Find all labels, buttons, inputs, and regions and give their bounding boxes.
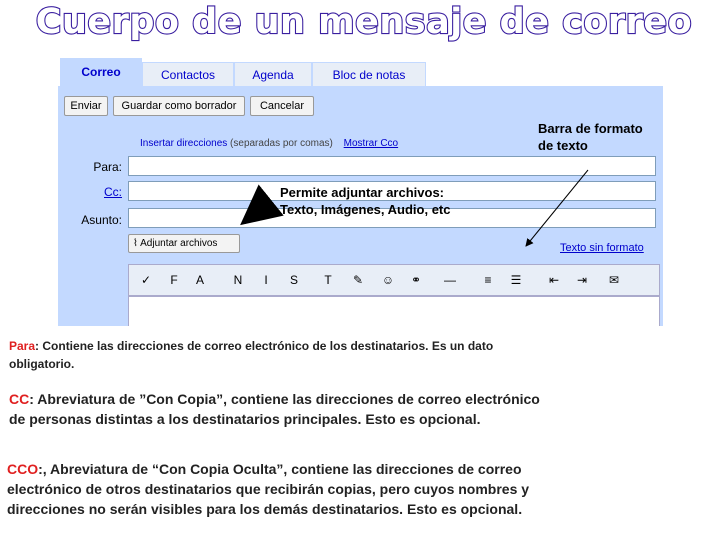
cco-line: electrónico de otros destinatarios que r… xyxy=(7,481,530,497)
cc-line: CC: Abreviatura de ”Con Copia”, contiene… xyxy=(9,389,724,409)
attach-arrow xyxy=(240,184,284,226)
format-bar-arrow xyxy=(525,169,589,247)
cc-term: CC xyxy=(9,391,30,407)
para-description: Para: Contiene las direcciones de correo… xyxy=(9,337,719,373)
cc-line-text: : Abreviatura de ”Con Copia”, contiene l… xyxy=(29,391,540,407)
cco-line-text: :, Abreviatura de “Con Copia Oculta”, co… xyxy=(38,461,522,477)
para-line: Para: Contiene las direcciones de correo… xyxy=(9,337,719,355)
cco-line: CCO:, Abreviatura de “Con Copia Oculta”,… xyxy=(7,459,722,479)
cco-line: direcciones no serán visibles para los d… xyxy=(7,501,523,517)
cc-line: de personas distintas a los destinatario… xyxy=(9,411,481,427)
cc-description: CC: Abreviatura de ”Con Copia”, contiene… xyxy=(9,389,724,429)
cco-term: CCO xyxy=(7,461,39,477)
cco-description: CCO:, Abreviatura de “Con Copia Oculta”,… xyxy=(7,459,722,519)
para-line: obligatorio. xyxy=(9,357,75,371)
para-term: Para xyxy=(9,339,36,353)
para-line-text: : Contiene las direcciones de correo ele… xyxy=(35,339,494,353)
